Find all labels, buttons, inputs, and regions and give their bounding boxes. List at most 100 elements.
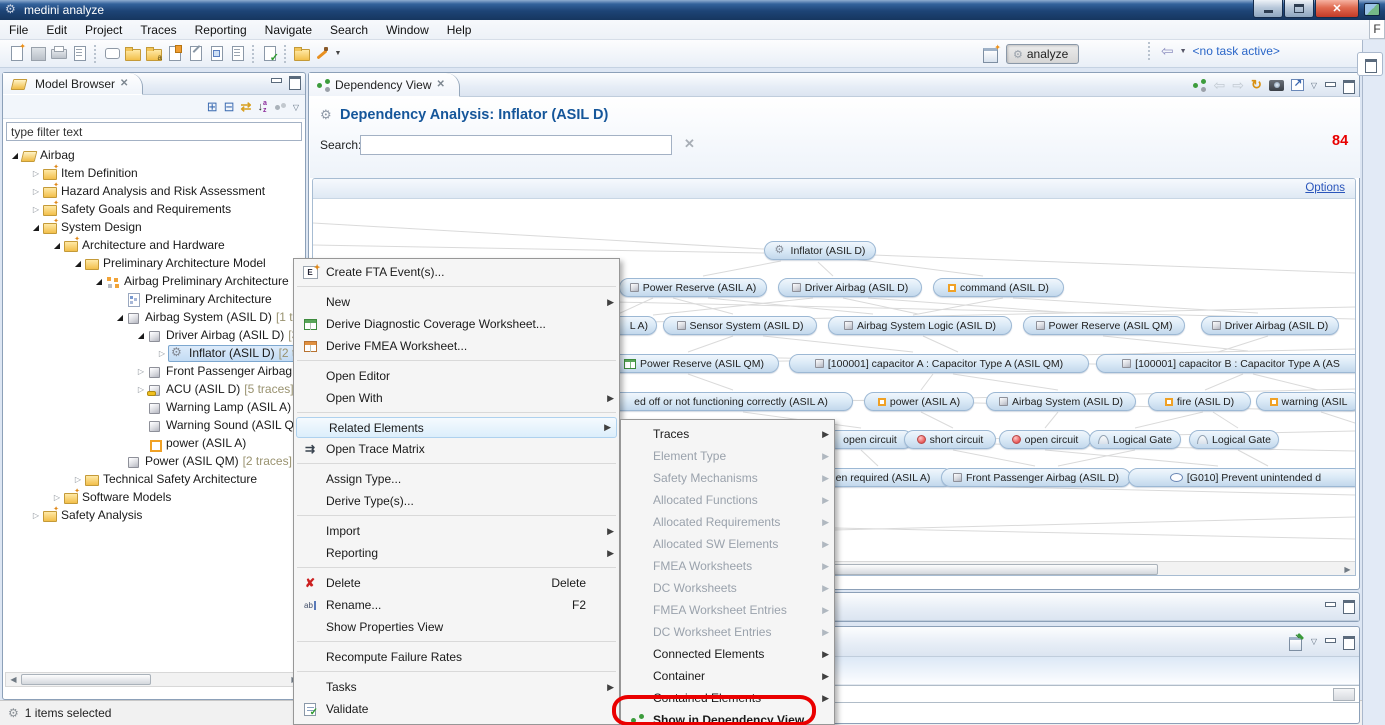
tree-item[interactable]: Preliminary Architecture bbox=[3, 290, 305, 308]
view-menu-icon[interactable] bbox=[273, 102, 287, 112]
close-tab-icon[interactable]: ✕ bbox=[437, 79, 445, 90]
menu-item-rename[interactable]: abRename...F2 bbox=[294, 594, 619, 616]
tree-item[interactable]: ▷Item Definition bbox=[3, 164, 305, 182]
graph-node[interactable]: open circuit bbox=[999, 430, 1091, 449]
show-dependencies-icon[interactable] bbox=[1193, 79, 1206, 91]
graph-node[interactable]: ed off or not functioning correctly (ASI… bbox=[609, 392, 853, 411]
tree-item[interactable]: power (ASIL A) bbox=[3, 434, 305, 452]
brush-icon[interactable] bbox=[313, 44, 332, 63]
menu-item-delete[interactable]: ✘DeleteDelete bbox=[294, 572, 619, 594]
graph-node[interactable]: Inflator (ASIL D) bbox=[764, 241, 876, 260]
menu-item-validate[interactable]: Validate bbox=[294, 698, 619, 720]
menu-item-open-editor[interactable]: Open Editor bbox=[294, 365, 619, 387]
edit-document-icon[interactable] bbox=[186, 44, 205, 63]
tree-item[interactable]: ◢System Design bbox=[3, 218, 305, 236]
comment-icon[interactable] bbox=[102, 44, 121, 63]
menu-item-derive-types[interactable]: Derive Type(s)... bbox=[294, 490, 619, 512]
maximize-view-icon[interactable] bbox=[1342, 636, 1354, 647]
scrollbar-thumb[interactable] bbox=[21, 674, 151, 685]
document-icon[interactable] bbox=[70, 44, 89, 63]
graph-node[interactable]: Airbag System (ASIL D) bbox=[986, 392, 1136, 411]
link-with-editor-icon[interactable]: ⇄ bbox=[241, 97, 252, 117]
tree-item[interactable]: ▷Hazard Analysis and Risk Assessment bbox=[3, 182, 305, 200]
menu-item-new[interactable]: New▶ bbox=[294, 291, 619, 313]
paste-icon[interactable] bbox=[165, 44, 184, 63]
graph-node[interactable]: Driver Airbag (ASIL D) bbox=[1201, 316, 1339, 335]
menu-item-related-elements[interactable]: Related Elements▶ bbox=[296, 417, 617, 438]
menu-reporting[interactable]: Reporting bbox=[186, 21, 256, 39]
menu-help[interactable]: Help bbox=[438, 21, 481, 39]
menu-search[interactable]: Search bbox=[321, 21, 377, 39]
graph-node[interactable]: [100001] capacitor B : Capacitor Type A … bbox=[1096, 354, 1355, 373]
tree-item[interactable]: Power (ASIL QM)[2 traces] bbox=[3, 452, 305, 470]
menu-item-import[interactable]: Import▶ bbox=[294, 520, 619, 542]
tab-dependency-view[interactable]: Dependency View ✕ bbox=[309, 73, 460, 97]
graph-node[interactable]: Logical Gate bbox=[1089, 430, 1181, 449]
restore-view-button[interactable] bbox=[1357, 52, 1383, 76]
maximize-button[interactable] bbox=[1284, 0, 1314, 18]
menu-item-open-trace-matrix[interactable]: ⇉Open Trace Matrix bbox=[294, 438, 619, 460]
maximize-view-icon[interactable] bbox=[1342, 600, 1354, 611]
menu-item-assign-type[interactable]: Assign Type... bbox=[294, 468, 619, 490]
dependency-search-input[interactable] bbox=[360, 135, 672, 155]
menubar-overflow[interactable]: F bbox=[1369, 20, 1385, 39]
graph-node[interactable]: [G010] Prevent unintended d bbox=[1128, 468, 1355, 487]
tree-item[interactable]: ▷Software Models bbox=[3, 488, 305, 506]
graph-node[interactable]: short circuit bbox=[904, 430, 996, 449]
tree-item[interactable]: ◢Airbag bbox=[3, 146, 305, 164]
menu-traces[interactable]: Traces bbox=[131, 21, 185, 39]
graph-node[interactable]: Power Reserve (ASIL A) bbox=[619, 278, 767, 297]
tree-item[interactable]: Warning Lamp (ASIL A) bbox=[3, 398, 305, 416]
minimize-view-icon[interactable] bbox=[1324, 80, 1335, 91]
graph-node[interactable]: Power Reserve (ASIL QM) bbox=[1023, 316, 1185, 335]
minimize-view-icon[interactable] bbox=[1324, 600, 1335, 611]
pin-view-icon[interactable] bbox=[1289, 635, 1304, 648]
perspective-analyze-button[interactable]: ⚙ analyze bbox=[1006, 44, 1079, 64]
minimize-button[interactable] bbox=[1253, 0, 1283, 18]
view-dropdown-icon[interactable]: ▽ bbox=[1311, 637, 1317, 646]
open-model-icon[interactable] bbox=[123, 44, 142, 63]
tree-item[interactable]: ▷Safety Analysis bbox=[3, 506, 305, 524]
graph-node[interactable]: power (ASIL A) bbox=[864, 392, 974, 411]
tree-item[interactable]: ◢Preliminary Architecture Model bbox=[3, 254, 305, 272]
tree-item[interactable]: ▷ACU (ASIL D)[5 traces] bbox=[3, 380, 305, 398]
graph-node[interactable]: warning (ASIL bbox=[1256, 392, 1355, 411]
collapse-all-icon[interactable]: ⊟ bbox=[224, 97, 235, 117]
submenu-item-connected-elements[interactable]: Connected Elements▶ bbox=[621, 643, 834, 665]
graph-node[interactable]: Driver Airbag (ASIL D) bbox=[778, 278, 922, 297]
minimize-view-icon[interactable] bbox=[270, 76, 281, 87]
tree-item[interactable]: ◢Driver Airbag (ASIL D)[3 bbox=[3, 326, 305, 344]
menu-item-recompute-failure-rates[interactable]: Recompute Failure Rates bbox=[294, 646, 619, 668]
tree-item[interactable]: ◢Airbag Preliminary Architecture bbox=[3, 272, 305, 290]
scroll-right-icon[interactable]: ▶ bbox=[1340, 565, 1355, 574]
toolbar-dropdown-icon[interactable]: ▼ bbox=[333, 44, 343, 63]
snapshot-icon[interactable] bbox=[1269, 80, 1284, 91]
graph-node[interactable]: command (ASIL D) bbox=[933, 278, 1064, 297]
refresh-icon[interactable]: ↻ bbox=[1251, 77, 1262, 93]
task-dropdown-icon[interactable]: ▼ bbox=[1180, 48, 1187, 55]
menu-edit[interactable]: Edit bbox=[37, 21, 76, 39]
menu-item-reporting[interactable]: Reporting▶ bbox=[294, 542, 619, 564]
graph-node[interactable]: Power Reserve (ASIL QM) bbox=[609, 354, 779, 373]
model-folder-icon[interactable]: a bbox=[144, 44, 163, 63]
maximize-view-icon[interactable] bbox=[1342, 80, 1354, 91]
options-link[interactable]: Options bbox=[1305, 182, 1345, 194]
close-button[interactable]: ✕ bbox=[1315, 0, 1359, 18]
sort-alphabetical-icon[interactable]: ↓az bbox=[257, 100, 266, 114]
task-back-icon[interactable]: ⇦ bbox=[1161, 44, 1174, 59]
scroll-left-icon[interactable]: ◀ bbox=[6, 675, 21, 684]
forward-icon[interactable]: ⇨ bbox=[1232, 78, 1244, 92]
graph-node[interactable]: Logical Gate bbox=[1189, 430, 1279, 449]
maximize-view-icon[interactable] bbox=[288, 76, 300, 87]
graph-node[interactable]: Sensor System (ASIL D) bbox=[663, 316, 817, 335]
graph-node[interactable]: open circuit bbox=[827, 430, 913, 449]
tree-item-inflator-selected[interactable]: ▷Inflator (ASIL D)[2 tr bbox=[3, 344, 305, 362]
panel-button[interactable] bbox=[1333, 688, 1355, 701]
tree-item[interactable]: ▷Technical Safety Architecture bbox=[3, 470, 305, 488]
menu-window[interactable]: Window bbox=[377, 21, 438, 39]
graph-node[interactable]: Airbag System Logic (ASIL D) bbox=[828, 316, 1012, 335]
menu-item-open-with[interactable]: Open With▶ bbox=[294, 387, 619, 409]
save-icon[interactable] bbox=[28, 44, 47, 63]
expand-all-icon[interactable]: ⊞ bbox=[207, 97, 218, 117]
menu-item-derive-dc-worksheet[interactable]: Derive Diagnostic Coverage Worksheet... bbox=[294, 313, 619, 335]
